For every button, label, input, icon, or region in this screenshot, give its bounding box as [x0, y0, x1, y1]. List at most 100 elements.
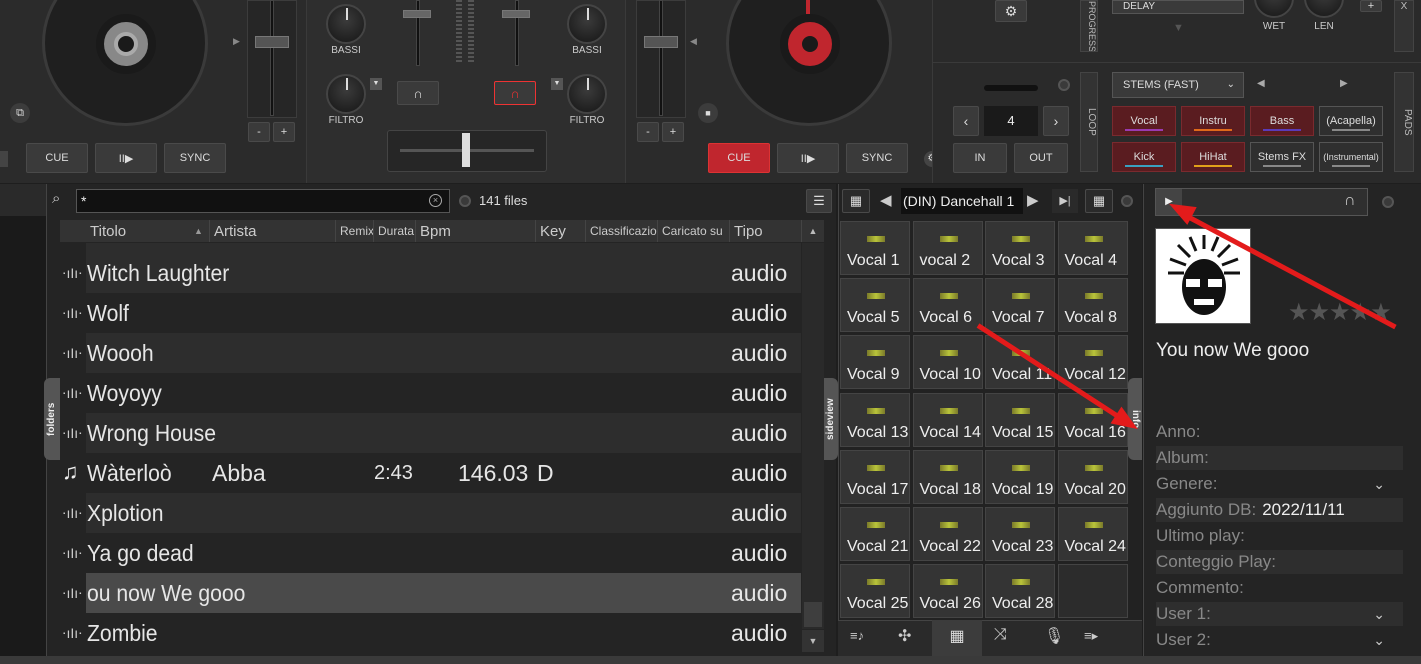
stop-icon[interactable]: ■	[698, 103, 718, 123]
sampler-pad[interactable]: Vocal 8	[1057, 278, 1128, 333]
left-headphone-button[interactable]: ∩	[397, 81, 439, 105]
table-row[interactable]: Wolf audio	[86, 293, 801, 333]
right-pitch-handle[interactable]	[644, 36, 678, 48]
headphones-icon[interactable]: ∩	[1344, 192, 1356, 210]
table-row[interactable]: Witch Laughter audio	[86, 253, 801, 293]
stems-prev-icon[interactable]: ◀	[1257, 78, 1265, 89]
stem-button-5[interactable]: HiHat	[1181, 142, 1245, 172]
stem-button-7[interactable]: (Instrumental)	[1319, 142, 1383, 172]
sampler-pad[interactable]: Vocal 21	[840, 507, 910, 561]
scroll-down-icon[interactable]: ▼	[802, 630, 824, 652]
sideview-tab[interactable]: sideview	[824, 378, 838, 460]
sampler-pad[interactable]: Vocal 9	[840, 335, 910, 390]
loop-out-button[interactable]: OUT	[1014, 143, 1068, 173]
left-pitch-minus[interactable]: -	[248, 122, 270, 142]
left-pitch-plus[interactable]: +	[273, 122, 295, 142]
right-cue-button[interactable]: CUE	[708, 143, 770, 173]
pads-tab[interactable]: PADS	[1394, 72, 1414, 172]
stem-button-1[interactable]: Instru	[1181, 106, 1245, 136]
stems-mode-select[interactable]: STEMS (FAST) ⌄	[1112, 72, 1244, 98]
table-row[interactable]: Ya go dead audio	[86, 533, 801, 573]
column-header-7[interactable]: Caricato su	[658, 220, 730, 242]
info-options-dot[interactable]	[1382, 196, 1394, 208]
sampler-grid-view-button[interactable]: ▦	[842, 189, 870, 213]
table-row[interactable]: Zombie audio	[86, 613, 801, 653]
right-pitch-minus[interactable]: -	[637, 122, 659, 142]
column-header-5[interactable]: Key	[536, 220, 586, 242]
info-field[interactable]: User 1: ⌄	[1156, 602, 1403, 626]
sampler-pad[interactable]: Vocal 10	[912, 335, 983, 390]
sampler-options-dot[interactable]	[1121, 195, 1133, 207]
column-header-8[interactable]: Tipo	[730, 220, 802, 242]
chevron-down-icon[interactable]: ⌄	[1373, 476, 1385, 493]
sampler-pads-icon[interactable]: ▦	[932, 620, 982, 656]
table-row[interactable]: Xplotion audio	[86, 493, 801, 533]
loop-dot[interactable]	[1058, 79, 1070, 91]
loop-in-button[interactable]: IN	[953, 143, 1007, 173]
column-header-6[interactable]: Classificazione	[586, 220, 658, 242]
search-input[interactable]	[76, 189, 450, 213]
sampler-list-icon[interactable]: ≡▸	[1084, 628, 1098, 644]
scrollbar-thumb[interactable]	[804, 602, 822, 627]
sampler-pad[interactable]: Vocal 13	[840, 392, 910, 447]
scrollbar-track[interactable]	[802, 243, 824, 629]
column-header-0[interactable]: Titolo	[86, 220, 210, 242]
loop-next-button[interactable]: ›	[1043, 106, 1069, 136]
bank-prev-icon[interactable]: ◀	[880, 191, 892, 209]
sampler-pad[interactable]: Vocal 4	[1057, 221, 1128, 275]
chevron-down-icon[interactable]: ⌄	[1373, 632, 1385, 649]
column-header-2[interactable]: Remix	[336, 220, 374, 242]
sampler-pad[interactable]: Vocal 26	[912, 564, 983, 619]
sampler-pad[interactable]: Vocal 25	[840, 564, 910, 619]
bank-next-icon[interactable]: ▶	[1027, 191, 1039, 209]
right-sync-button[interactable]: SYNC	[846, 143, 908, 173]
microphone-icon[interactable]: 🎙	[1044, 626, 1064, 646]
column-header-3[interactable]: Durata	[374, 220, 416, 242]
sampler-pad[interactable]: Vocal 14	[912, 392, 983, 447]
browser-view-menu-button[interactable]: ☰	[806, 189, 832, 213]
chevron-down-icon[interactable]: ⌄	[1373, 606, 1385, 623]
sampler-pad[interactable]: Vocal 15	[985, 392, 1055, 447]
sort-arrow-icon[interactable]: ▲	[194, 226, 203, 236]
left-filter-knob[interactable]	[326, 74, 366, 114]
info-field[interactable]: User 2: ⌄	[1156, 628, 1403, 652]
shuffle-icon[interactable]: ⤨	[994, 626, 1007, 644]
left-pitch-handle[interactable]	[255, 36, 289, 48]
sampler-record-icon[interactable]: ≡♪	[850, 628, 864, 643]
table-row[interactable]: Woooh audio	[86, 333, 801, 373]
right-play-pause-button[interactable]: II▶	[777, 143, 839, 173]
clear-search-icon[interactable]: ×	[429, 194, 442, 207]
right-volume-handle[interactable]	[502, 10, 530, 18]
sampler-pad[interactable]: Vocal 3	[985, 221, 1055, 275]
sampler-pad[interactable]: Vocal 28	[985, 564, 1055, 619]
stem-button-6[interactable]: Stems FX	[1250, 142, 1314, 172]
loop-prev-button[interactable]: ‹	[953, 106, 979, 136]
crossfader-handle[interactable]	[462, 133, 470, 167]
scroll-up-icon[interactable]: ▲	[802, 220, 824, 242]
right-filter-knob[interactable]	[567, 74, 607, 114]
table-row[interactable]: Wàterloò Abba 2:43 146.03 Daudio	[86, 453, 801, 493]
right-pitch-plus[interactable]: +	[662, 122, 684, 142]
sampler-pad[interactable]: vocal 2	[912, 221, 983, 275]
left-sync-button[interactable]: SYNC	[164, 143, 226, 173]
stems-next-icon[interactable]: ▶	[1340, 78, 1348, 89]
left-volume-handle[interactable]	[403, 10, 431, 18]
stem-button-3[interactable]: (Acapella)	[1319, 106, 1383, 136]
sampler-pad[interactable]: Vocal 18	[912, 449, 983, 504]
left-settings-icon[interactable]	[0, 151, 8, 167]
info-field[interactable]: Genere: ⌄	[1156, 472, 1403, 496]
sampler-pad[interactable]: Vocal 22	[912, 507, 983, 561]
column-header-1[interactable]: Artista	[210, 220, 336, 242]
table-row[interactable]: Wrong House audio	[86, 413, 801, 453]
table-row[interactable]: ou now We gooo audio	[86, 573, 801, 613]
fx-settings-button[interactable]: ⚙	[995, 0, 1027, 22]
sampler-crossfx-icon[interactable]: ✣	[898, 626, 911, 646]
sampler-pad[interactable]: Vocal 1	[840, 221, 910, 275]
sampler-pad[interactable]: Vocal 11	[985, 335, 1055, 390]
right-filter-dropdown-icon[interactable]: ▼	[551, 78, 563, 90]
left-bass-knob[interactable]	[326, 4, 366, 44]
sampler-pad[interactable]: Vocal 20	[1057, 449, 1128, 504]
sampler-pad[interactable]: Vocal 5	[840, 278, 910, 333]
sampler-pad[interactable]	[1057, 564, 1128, 619]
sampler-pad[interactable]: Vocal 23	[985, 507, 1055, 561]
